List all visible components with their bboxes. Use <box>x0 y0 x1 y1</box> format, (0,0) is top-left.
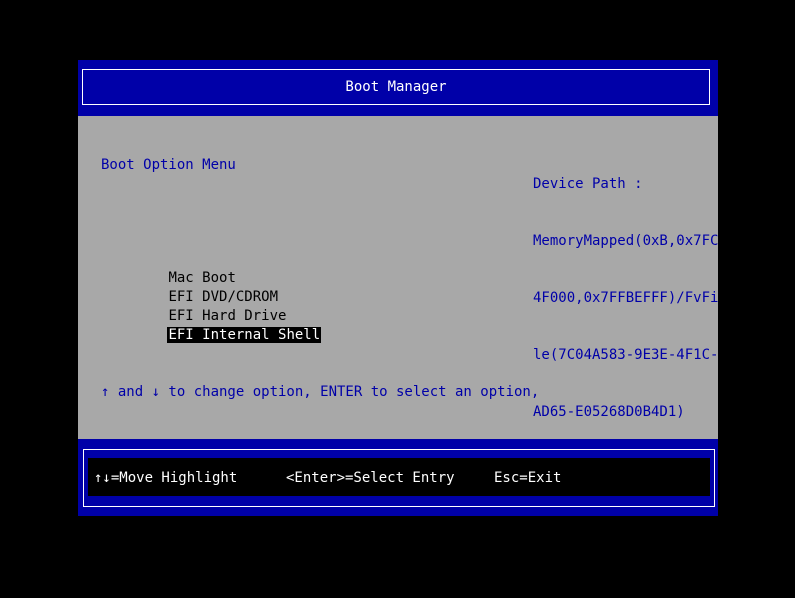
boot-option-label: Mac Boot <box>168 270 236 286</box>
exit-hint: Esc=Exit <box>494 470 562 486</box>
boot-option-label: EFI Hard Drive <box>168 308 287 324</box>
boot-option-label: EFI Internal Shell <box>167 327 322 343</box>
device-path-line: MemoryMapped(0xB,0x7FC <box>533 233 719 249</box>
window-title: Boot Manager <box>345 79 447 95</box>
title-bar: Boot Manager <box>82 69 710 105</box>
device-path-panel: Device Path : MemoryMapped(0xB,0x7FC 4F0… <box>533 137 718 460</box>
main-panel: Boot Option Menu Mac Boot EFI DVD/CDROM … <box>78 116 718 457</box>
help-line-1: ↑ and ↓ to change option, ENTER to selec… <box>101 384 540 400</box>
boot-option-label: EFI DVD/CDROM <box>168 289 279 305</box>
boot-manager-window: Boot Manager Boot Option Menu Mac Boot E… <box>78 60 718 516</box>
boot-option-list: Mac Boot EFI DVD/CDROM EFI Hard Drive EF… <box>101 250 322 343</box>
device-path-line: AD65-E05268D0B4D1) <box>533 404 685 420</box>
device-path-line: 4F000,0x7FFBEFFF)/FvFi <box>533 290 719 306</box>
device-path-label: Device Path : <box>533 176 643 192</box>
select-entry-hint: <Enter>=Select Entry <box>286 470 455 486</box>
menu-title: Boot Option Menu <box>101 157 236 173</box>
device-path-line: le(7C04A583-9E3E-4F1C- <box>533 347 719 363</box>
key-hint-bar: ↑↓=Move Highlight <Enter>=Select Entry E… <box>83 449 715 507</box>
boot-option-mac-boot[interactable]: Mac Boot <box>101 250 321 286</box>
move-highlight-hint: ↑↓=Move Highlight <box>94 470 238 486</box>
